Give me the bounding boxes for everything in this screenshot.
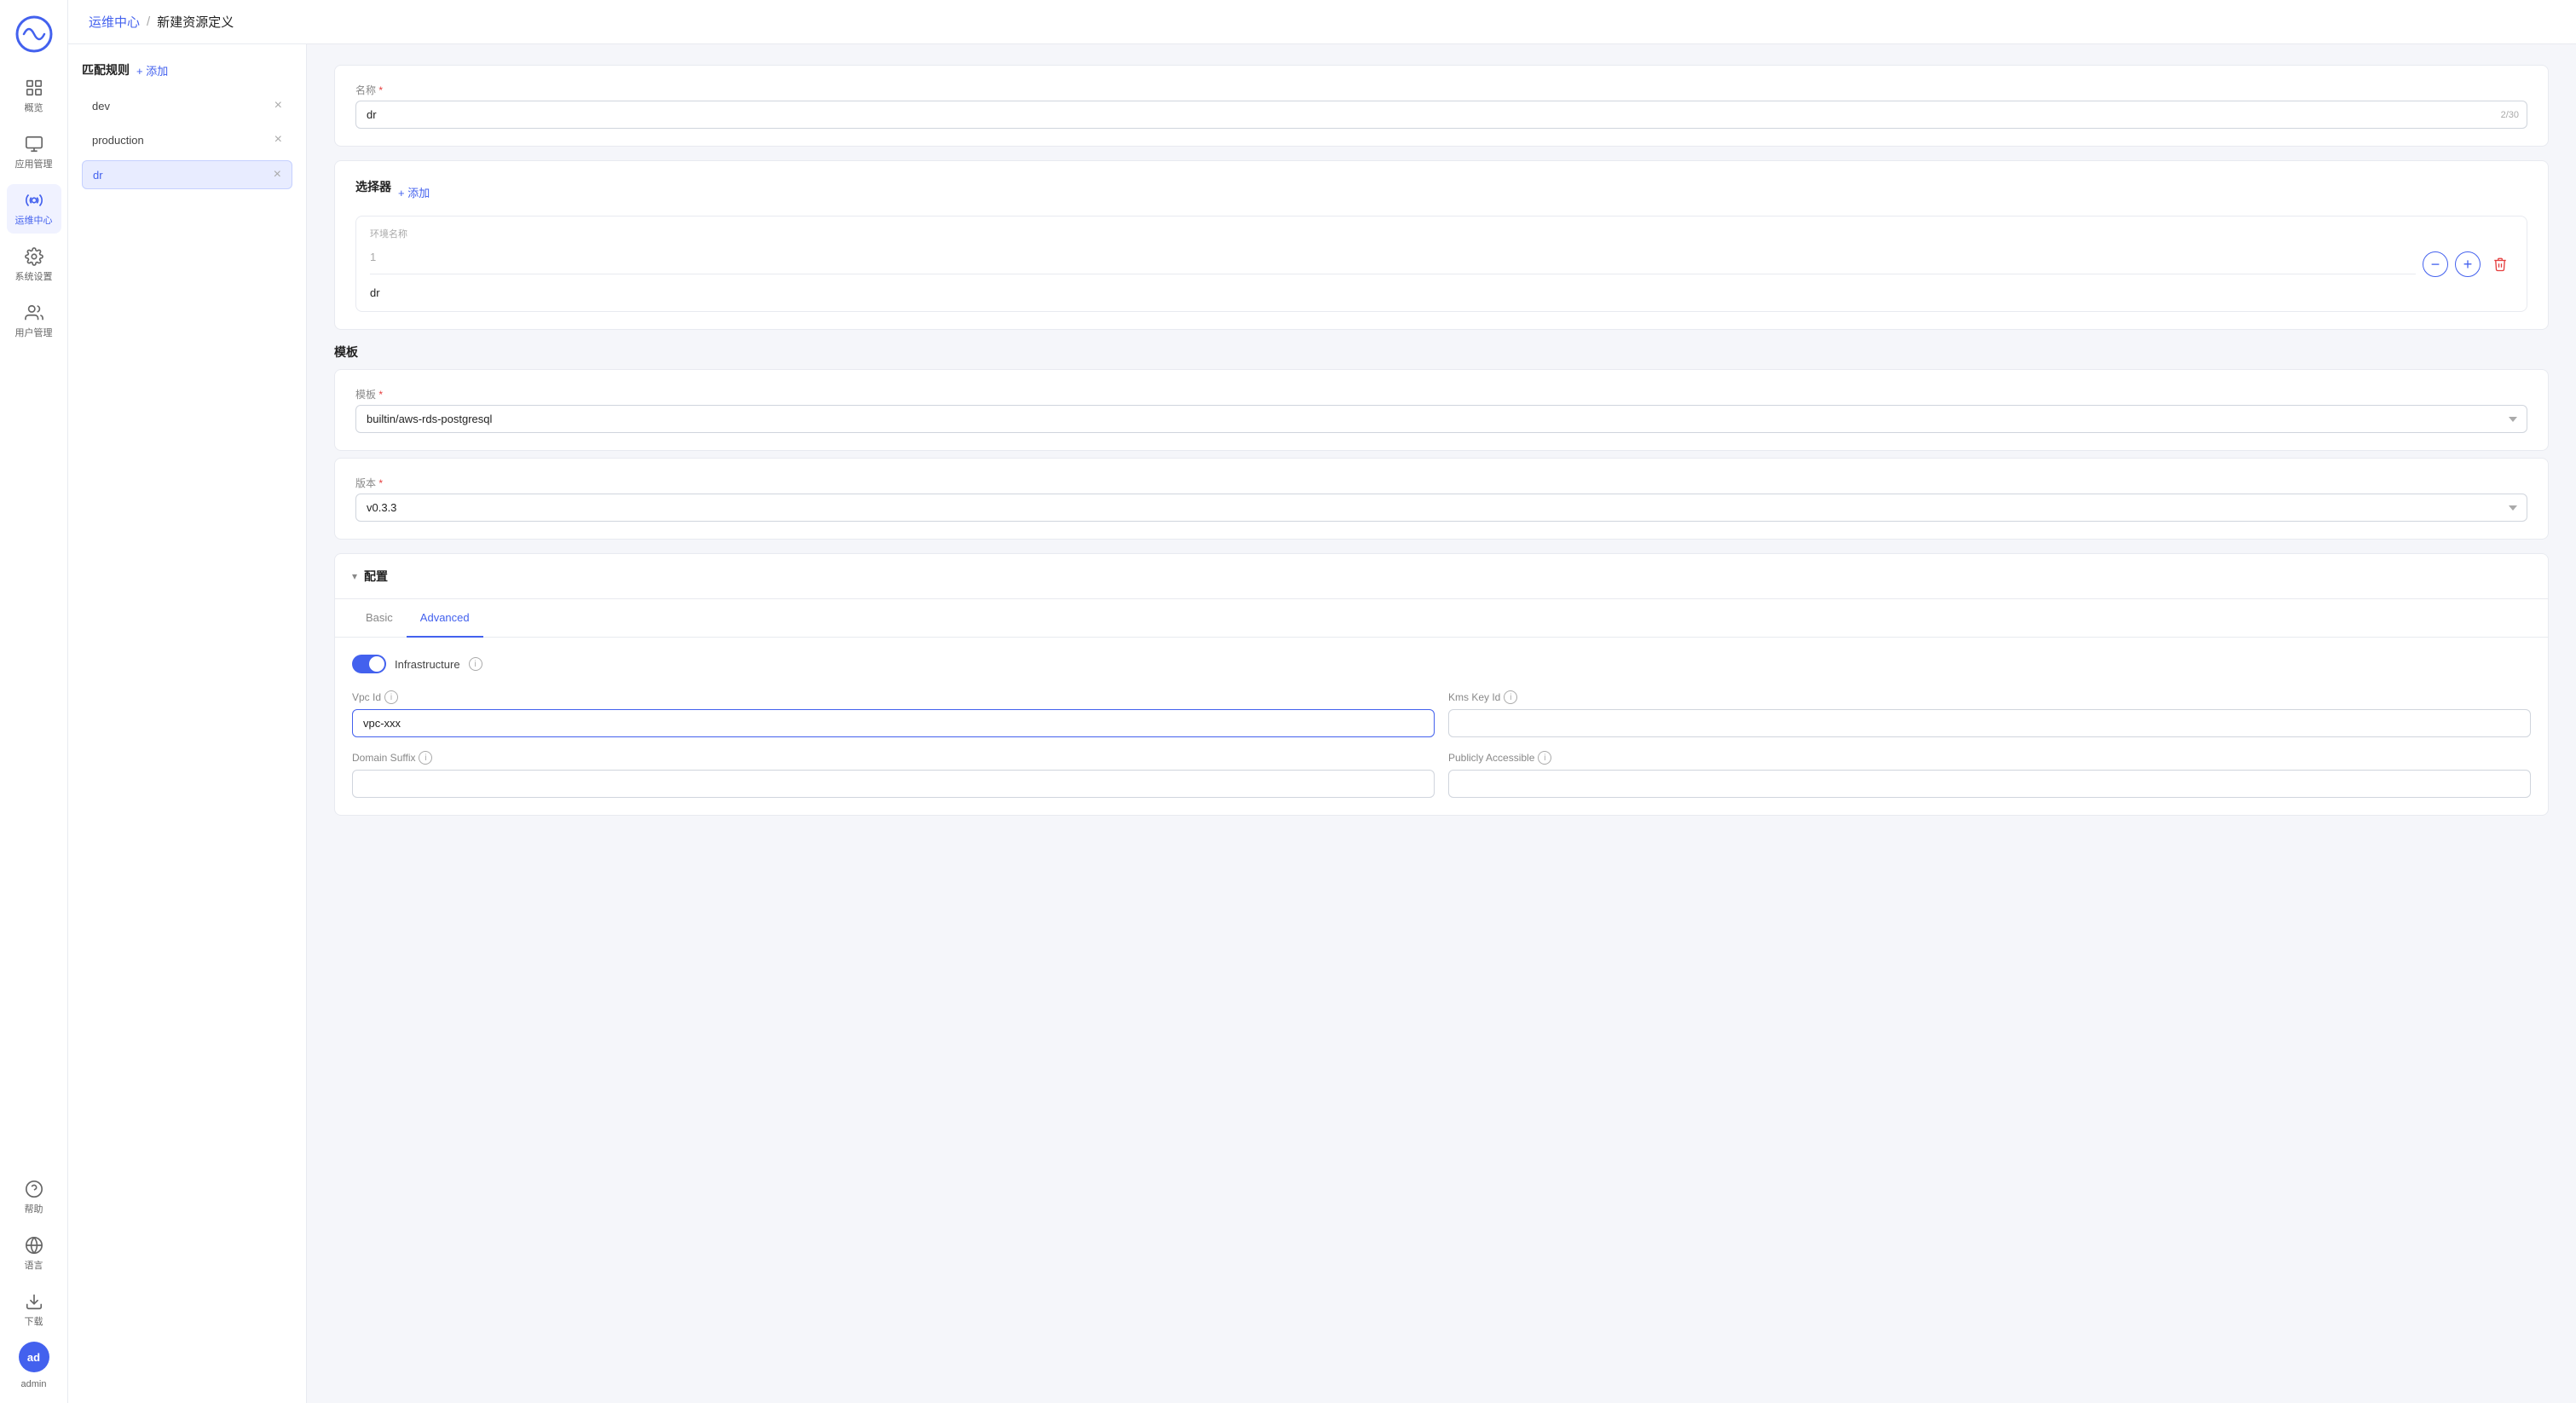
add-selector-button[interactable]: + 添加: [398, 184, 430, 200]
env-label: 环境名称: [370, 227, 2416, 240]
user-name: admin: [21, 1379, 47, 1389]
vpc-id-input[interactable]: [352, 709, 1435, 737]
kms-key-id-group: Kms Key Id i: [1448, 690, 2531, 737]
template-select-wrapper: builtin/aws-rds-postgresql: [355, 405, 2527, 433]
right-panel: 名称 * 2/30 选择器 + 添加 环境名称: [307, 44, 2576, 1403]
vpc-id-info-icon[interactable]: i: [384, 690, 398, 704]
sidebar-item-download[interactable]: 下载: [7, 1285, 61, 1335]
left-panel: 匹配规则 + 添加 dev × production × dr ×: [68, 44, 307, 1403]
infrastructure-label: Infrastructure: [395, 658, 460, 671]
version-select[interactable]: v0.3.3: [355, 494, 2527, 522]
kms-key-id-label: Kms Key Id i: [1448, 690, 2531, 704]
close-icon-production[interactable]: ×: [274, 133, 282, 147]
selector-header: 选择器 + 添加: [355, 178, 2527, 205]
selector-input-group: 环境名称: [370, 227, 2416, 301]
kms-key-id-input[interactable]: [1448, 709, 2531, 737]
matching-rule-title: 匹配规则: [82, 61, 130, 78]
config-header[interactable]: ▾ 配置: [335, 554, 2548, 599]
template-section-title: 模板: [334, 344, 2549, 361]
sidebar: 概览 应用管理 运维中心 系统设置 用户管理: [0, 0, 68, 1403]
domain-suffix-label: Domain Suffix i: [352, 751, 1435, 765]
version-label: 版本 *: [355, 476, 2527, 490]
domain-suffix-info-icon[interactable]: i: [419, 751, 432, 765]
domain-suffix-input[interactable]: [352, 770, 1435, 798]
logo: [14, 14, 55, 55]
add-rule-button[interactable]: + 添加: [136, 62, 168, 78]
publicly-accessible-input[interactable]: [1448, 770, 2531, 798]
close-icon-dev[interactable]: ×: [274, 99, 282, 113]
avatar: ad: [19, 1342, 49, 1372]
sidebar-item-app-management[interactable]: 应用管理: [7, 128, 61, 177]
sidebar-item-user-management[interactable]: 用户管理: [7, 297, 61, 346]
name-input-wrapper: 2/30: [355, 101, 2527, 129]
selector-title: 选择器: [355, 178, 391, 195]
sidebar-item-ops-center[interactable]: 运维中心: [7, 184, 61, 234]
template-card: 模板 * builtin/aws-rds-postgresql: [334, 369, 2549, 451]
minus-button[interactable]: −: [2423, 251, 2448, 277]
infrastructure-toggle-row: Infrastructure i: [352, 655, 2531, 673]
chevron-down-icon: ▾: [352, 570, 357, 582]
version-card: 版本 * v0.3.3: [334, 458, 2549, 540]
breadcrumb-link[interactable]: 运维中心: [89, 13, 140, 31]
name-input[interactable]: [355, 101, 2527, 129]
header: 运维中心 / 新建资源定义: [68, 0, 2576, 44]
rule-item-dr[interactable]: dr ×: [82, 160, 292, 189]
config-tabs: Basic Advanced: [335, 599, 2548, 638]
tab-advanced[interactable]: Advanced: [407, 599, 483, 638]
char-count: 2/30: [2501, 110, 2519, 120]
name-card: 名称 * 2/30: [334, 65, 2549, 147]
matching-rule-header: 匹配规则 + 添加: [82, 61, 292, 78]
content-area: 匹配规则 + 添加 dev × production × dr × 名称 *: [68, 44, 2576, 1403]
version-select-wrapper: v0.3.3: [355, 494, 2527, 522]
selector-row: 环境名称 − +: [355, 216, 2527, 312]
vpc-id-label: Vpc Id i: [352, 690, 1435, 704]
sidebar-item-language[interactable]: 语言: [7, 1229, 61, 1279]
template-select[interactable]: builtin/aws-rds-postgresql: [355, 405, 2527, 433]
config-body: Infrastructure i Vpc Id i: [335, 638, 2548, 815]
infrastructure-info-icon[interactable]: i: [469, 657, 482, 671]
breadcrumb-separator: /: [147, 14, 150, 29]
selector-value-input[interactable]: [370, 285, 2416, 301]
delete-button[interactable]: [2487, 251, 2513, 277]
sidebar-item-overview[interactable]: 概览: [7, 72, 61, 121]
domain-suffix-group: Domain Suffix i: [352, 751, 1435, 798]
infrastructure-toggle[interactable]: [352, 655, 386, 673]
main-content: 运维中心 / 新建资源定义 匹配规则 + 添加 dev × production…: [68, 0, 2576, 1403]
selector-card: 选择器 + 添加 环境名称 − +: [334, 160, 2549, 330]
publicly-accessible-label: Publicly Accessible i: [1448, 751, 2531, 765]
tab-basic[interactable]: Basic: [352, 599, 407, 638]
publicly-accessible-info-icon[interactable]: i: [1538, 751, 1551, 765]
name-label: 名称 *: [355, 83, 2527, 97]
publicly-accessible-group: Publicly Accessible i: [1448, 751, 2531, 798]
field-grid: Vpc Id i Kms Key Id i: [352, 690, 2531, 798]
page-title: 新建资源定义: [157, 13, 234, 31]
config-section: ▾ 配置 Basic Advanced Infrastructure i: [334, 553, 2549, 816]
sidebar-item-system-settings[interactable]: 系统设置: [7, 240, 61, 290]
close-icon-dr[interactable]: ×: [274, 168, 281, 182]
rule-item-dev[interactable]: dev ×: [82, 92, 292, 119]
kms-key-info-icon[interactable]: i: [1504, 690, 1517, 704]
sidebar-bottom: 帮助 语言 下载 ad admin: [7, 1173, 61, 1389]
selector-number[interactable]: [370, 251, 404, 263]
vpc-id-group: Vpc Id i: [352, 690, 1435, 737]
config-title: 配置: [364, 568, 388, 585]
rule-item-production[interactable]: production ×: [82, 126, 292, 153]
template-label: 模板 *: [355, 387, 2527, 401]
plus-button[interactable]: +: [2455, 251, 2481, 277]
sidebar-item-help[interactable]: 帮助: [7, 1173, 61, 1222]
